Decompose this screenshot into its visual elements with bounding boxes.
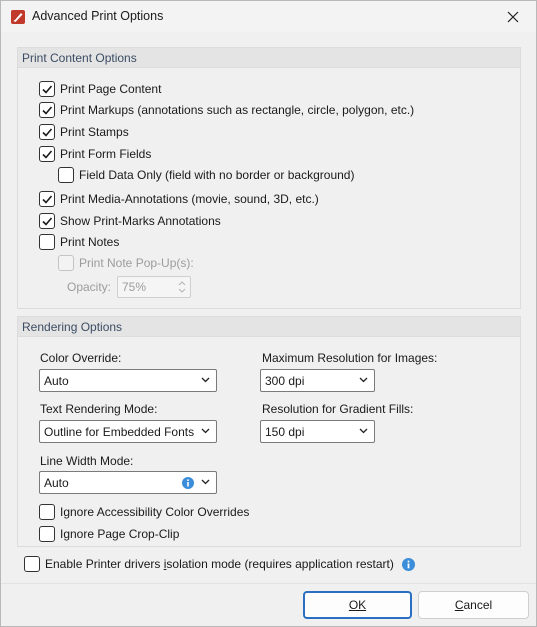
pdf-editor-app-icon xyxy=(10,9,26,25)
line-width-value: Auto xyxy=(44,475,69,490)
ignore-accessibility-checkbox[interactable] xyxy=(39,504,55,520)
isolation-mode-label: Enable Printer drivers isolation mode (r… xyxy=(45,557,394,571)
print-markups-label: Print Markups (annotations such as recta… xyxy=(60,103,415,117)
print-form-fields-row[interactable]: Print Form Fields xyxy=(39,145,151,163)
ignore-crop-row[interactable]: Ignore Page Crop-Clip xyxy=(39,525,179,543)
color-override-label: Color Override: xyxy=(40,351,122,365)
text-rendering-select[interactable]: Outline for Embedded Fonts xyxy=(39,420,217,443)
ignore-crop-label: Ignore Page Crop-Clip xyxy=(60,527,180,541)
print-notes-row[interactable]: Print Notes xyxy=(39,233,119,251)
spin-arrows-icon[interactable] xyxy=(178,280,186,294)
opacity-label: Opacity: xyxy=(67,280,112,294)
color-override-value: Auto xyxy=(44,373,69,388)
print-markups-checkbox[interactable] xyxy=(39,102,55,118)
print-note-popups-label: Print Note Pop-Up(s): xyxy=(79,256,194,270)
text-rendering-value: Outline for Embedded Fonts xyxy=(44,424,195,439)
info-icon[interactable] xyxy=(182,477,194,489)
color-override-select[interactable]: Auto xyxy=(39,369,217,392)
print-media-annotations-row[interactable]: Print Media-Annotations (movie, sound, 3… xyxy=(39,190,319,208)
chevron-down-icon xyxy=(201,479,210,485)
print-form-fields-label: Print Form Fields xyxy=(60,147,152,161)
advanced-print-options-dialog: Advanced Print Options Print Content Opt… xyxy=(0,0,537,627)
print-stamps-label: Print Stamps xyxy=(60,125,129,139)
print-markups-row[interactable]: Print Markups (annotations such as recta… xyxy=(39,101,414,119)
field-data-only-checkbox[interactable] xyxy=(58,167,74,183)
isolation-mode-checkbox[interactable] xyxy=(24,556,40,572)
gradient-resolution-value: 150 dpi xyxy=(265,424,305,439)
print-notes-checkbox[interactable] xyxy=(39,234,55,250)
cancel-button-label: Cancel xyxy=(454,598,493,612)
checkmark-icon xyxy=(42,106,53,115)
ok-button[interactable]: OK xyxy=(303,591,412,619)
checkmark-icon xyxy=(42,85,53,94)
ignore-accessibility-row[interactable]: Ignore Accessibility Color Overrides xyxy=(39,503,249,521)
field-data-only-row[interactable]: Field Data Only (field with no border or… xyxy=(58,166,354,184)
line-width-select[interactable]: Auto xyxy=(39,471,217,494)
opacity-value: 75% xyxy=(122,280,147,294)
chevron-down-icon xyxy=(359,428,368,434)
window-title: Advanced Print Options xyxy=(32,9,164,23)
print-stamps-checkbox[interactable] xyxy=(39,124,55,140)
chevron-down-icon xyxy=(201,377,210,383)
isolation-mode-row[interactable]: Enable Printer drivers isolation mode (r… xyxy=(24,555,415,573)
max-resolution-select[interactable]: 300 dpi xyxy=(260,369,375,392)
gradient-resolution-label: Resolution for Gradient Fills: xyxy=(262,402,414,416)
show-print-marks-checkbox[interactable] xyxy=(39,213,55,229)
print-page-content-label: Print Page Content xyxy=(60,82,162,96)
print-stamps-row[interactable]: Print Stamps xyxy=(39,123,129,141)
print-page-content-row[interactable]: Print Page Content xyxy=(39,80,161,98)
gradient-resolution-select[interactable]: 150 dpi xyxy=(260,420,375,443)
checkmark-icon xyxy=(42,195,53,204)
close-button[interactable] xyxy=(490,1,536,32)
print-note-popups-row[interactable]: Print Note Pop-Up(s): xyxy=(58,254,194,272)
footer-divider xyxy=(1,583,536,584)
cancel-button[interactable]: Cancel xyxy=(418,591,529,619)
checkmark-icon xyxy=(42,217,53,226)
line-width-label: Line Width Mode: xyxy=(40,454,134,468)
ignore-crop-checkbox[interactable] xyxy=(39,526,55,542)
info-icon[interactable] xyxy=(401,557,415,571)
print-form-fields-checkbox[interactable] xyxy=(39,146,55,162)
title-bar: Advanced Print Options xyxy=(1,1,536,32)
rendering-options-header: Rendering Options xyxy=(18,317,520,337)
print-page-content-checkbox[interactable] xyxy=(39,81,55,97)
show-print-marks-row[interactable]: Show Print-Marks Annotations xyxy=(39,212,221,230)
max-resolution-label: Maximum Resolution for Images: xyxy=(262,351,438,365)
checkmark-icon xyxy=(42,128,53,137)
chevron-down-icon xyxy=(201,428,210,434)
show-print-marks-label: Show Print-Marks Annotations xyxy=(60,214,221,228)
checkmark-icon xyxy=(42,150,53,159)
print-notes-label: Print Notes xyxy=(60,235,120,249)
max-resolution-value: 300 dpi xyxy=(265,373,305,388)
field-data-only-label: Field Data Only (field with no border or… xyxy=(79,168,355,182)
ignore-accessibility-label: Ignore Accessibility Color Overrides xyxy=(60,505,250,519)
print-note-popups-checkbox[interactable] xyxy=(58,255,74,271)
chevron-down-icon xyxy=(359,377,368,383)
print-media-annotations-label: Print Media-Annotations (movie, sound, 3… xyxy=(60,192,319,206)
text-rendering-label: Text Rendering Mode: xyxy=(40,402,158,416)
print-media-annotations-checkbox[interactable] xyxy=(39,191,55,207)
ok-button-label: OK xyxy=(348,598,367,612)
close-icon xyxy=(507,11,519,22)
opacity-spinbox[interactable]: 75% xyxy=(117,276,191,298)
print-content-options-header: Print Content Options xyxy=(18,48,520,68)
